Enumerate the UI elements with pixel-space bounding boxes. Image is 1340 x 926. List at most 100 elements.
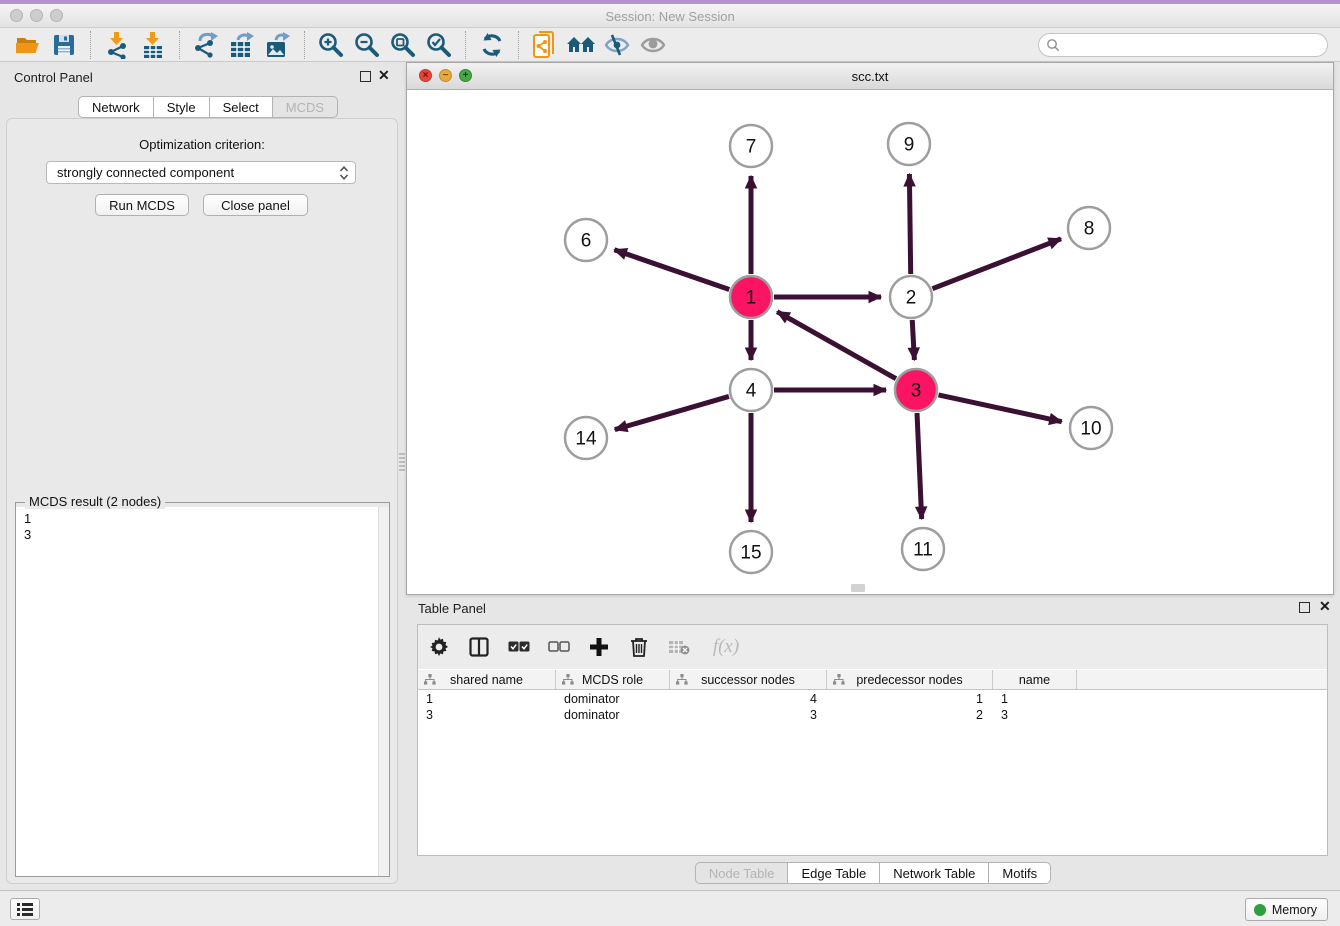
zoom-out-button[interactable] (349, 30, 385, 60)
cell-filler (1077, 691, 1327, 707)
column-panes-button[interactable] (466, 634, 492, 660)
node-9[interactable]: 9 (888, 123, 930, 165)
export-image-button[interactable] (260, 30, 296, 60)
float-table-panel-icon[interactable] (1299, 602, 1310, 613)
float-panel-icon[interactable] (360, 71, 371, 82)
node-7[interactable]: 7 (730, 125, 772, 167)
tab-motifs[interactable]: Motifs (989, 862, 1051, 884)
control-panel-title: Control Panel (14, 70, 93, 85)
column-header-successor-nodes[interactable]: successor nodes (670, 670, 827, 689)
home-button[interactable] (563, 30, 599, 60)
criterion-value: strongly connected component (57, 165, 339, 180)
edge-3-11[interactable] (917, 413, 922, 519)
cell-predecessor-nodes[interactable]: 2 (827, 707, 993, 723)
cell-successor-nodes[interactable]: 3 (670, 707, 827, 723)
memory-button[interactable]: Memory (1245, 898, 1328, 921)
export-network-button[interactable] (188, 30, 224, 60)
close-panel-button[interactable]: Close panel (203, 194, 308, 216)
cell-mcds-role[interactable]: dominator (556, 691, 670, 707)
column-header-name[interactable]: name (993, 670, 1077, 689)
cell-shared-name[interactable]: 3 (418, 707, 556, 723)
edge-2-3[interactable] (912, 320, 914, 360)
edge-3-10[interactable] (938, 395, 1061, 422)
column-panes-icon (469, 637, 489, 657)
eye-icon (639, 33, 667, 57)
tab-network[interactable]: Network (78, 96, 154, 118)
node-14[interactable]: 14 (565, 417, 607, 459)
node-2[interactable]: 2 (890, 276, 932, 318)
select-all-icon (508, 641, 530, 653)
tab-network-table[interactable]: Network Table (880, 862, 989, 884)
task-history-button[interactable] (10, 898, 40, 920)
search-input[interactable] (1061, 38, 1327, 52)
result-scrollbar[interactable] (378, 507, 389, 876)
select-all-button[interactable] (506, 634, 532, 660)
network-canvas[interactable]: 7 9 6 8 1 2 4 3 14 10 15 11 (407, 90, 1333, 594)
column-header-predecessor-nodes[interactable]: predecessor nodes (827, 670, 993, 689)
add-row-button[interactable] (586, 634, 612, 660)
edge-3-1[interactable] (777, 312, 896, 379)
table-settings-button[interactable] (426, 634, 452, 660)
horizontal-splitter-handle[interactable] (851, 584, 865, 592)
node-1[interactable]: 1 (730, 276, 772, 318)
search-field[interactable] (1038, 33, 1328, 57)
vertical-splitter-handle[interactable] (399, 453, 405, 473)
node-10[interactable]: 10 (1070, 407, 1112, 449)
zoom-in-button[interactable] (313, 30, 349, 60)
open-session-button[interactable] (10, 30, 46, 60)
toolbar-separator (518, 31, 519, 59)
fit-content-button[interactable] (385, 30, 421, 60)
node-label: 1 (746, 288, 757, 309)
tab-select[interactable]: Select (210, 96, 273, 118)
table-row[interactable]: 1 dominator 4 1 1 (418, 691, 1327, 707)
table-row[interactable]: 3 dominator 3 2 3 (418, 707, 1327, 723)
node-6[interactable]: 6 (565, 219, 607, 261)
import-table-button[interactable] (135, 30, 171, 60)
export-image-icon (264, 31, 292, 59)
edge-2-8[interactable] (932, 239, 1061, 289)
tab-node-table[interactable]: Node Table (695, 862, 789, 884)
fit-content-icon (389, 31, 417, 59)
run-mcds-button[interactable]: Run MCDS (95, 194, 189, 216)
tab-edge-table[interactable]: Edge Table (788, 862, 880, 884)
export-table-icon (228, 31, 256, 59)
column-header-mcds-role[interactable]: MCDS role (556, 670, 670, 689)
attribute-icon (676, 674, 688, 685)
clone-network-button[interactable] (527, 30, 563, 60)
node-15[interactable]: 15 (730, 531, 772, 573)
hide-panels-button[interactable] (599, 30, 635, 60)
close-table-panel-icon[interactable]: ✕ (1319, 598, 1331, 615)
edge-4-14[interactable] (615, 396, 729, 429)
zoom-selected-button[interactable] (421, 30, 457, 60)
tab-mcds[interactable]: MCDS (273, 96, 338, 118)
edge-2-9[interactable] (909, 174, 910, 274)
save-session-button[interactable] (46, 30, 82, 60)
column-label: successor nodes (701, 673, 795, 687)
criterion-dropdown[interactable]: strongly connected component (46, 161, 356, 184)
cell-mcds-role[interactable]: dominator (556, 707, 670, 723)
delete-row-button[interactable] (626, 634, 652, 660)
cell-predecessor-nodes[interactable]: 1 (827, 691, 993, 707)
function-builder-button[interactable]: f(x) (706, 634, 746, 660)
cell-successor-nodes[interactable]: 4 (670, 691, 827, 707)
cell-name[interactable]: 3 (993, 707, 1077, 723)
cell-shared-name[interactable]: 1 (418, 691, 556, 707)
mcds-result-list[interactable]: 1 3 (16, 507, 378, 876)
close-panel-icon[interactable]: ✕ (378, 67, 390, 84)
cell-name[interactable]: 1 (993, 691, 1077, 707)
export-table-button[interactable] (224, 30, 260, 60)
network-window-titlebar[interactable]: × − + scc.txt (407, 63, 1333, 90)
node-8[interactable]: 8 (1068, 207, 1110, 249)
column-header-shared-name[interactable]: shared name (418, 670, 556, 689)
node-11[interactable]: 11 (902, 528, 944, 570)
deselect-all-button[interactable] (546, 634, 572, 660)
edge-1-6[interactable] (614, 250, 729, 290)
show-panels-button[interactable] (635, 30, 671, 60)
tab-style[interactable]: Style (154, 96, 210, 118)
refresh-layout-button[interactable] (474, 30, 510, 60)
node-label: 6 (581, 231, 592, 252)
delete-table-button[interactable] (666, 634, 692, 660)
node-4[interactable]: 4 (730, 369, 772, 411)
import-network-button[interactable] (99, 30, 135, 60)
node-3[interactable]: 3 (895, 369, 937, 411)
